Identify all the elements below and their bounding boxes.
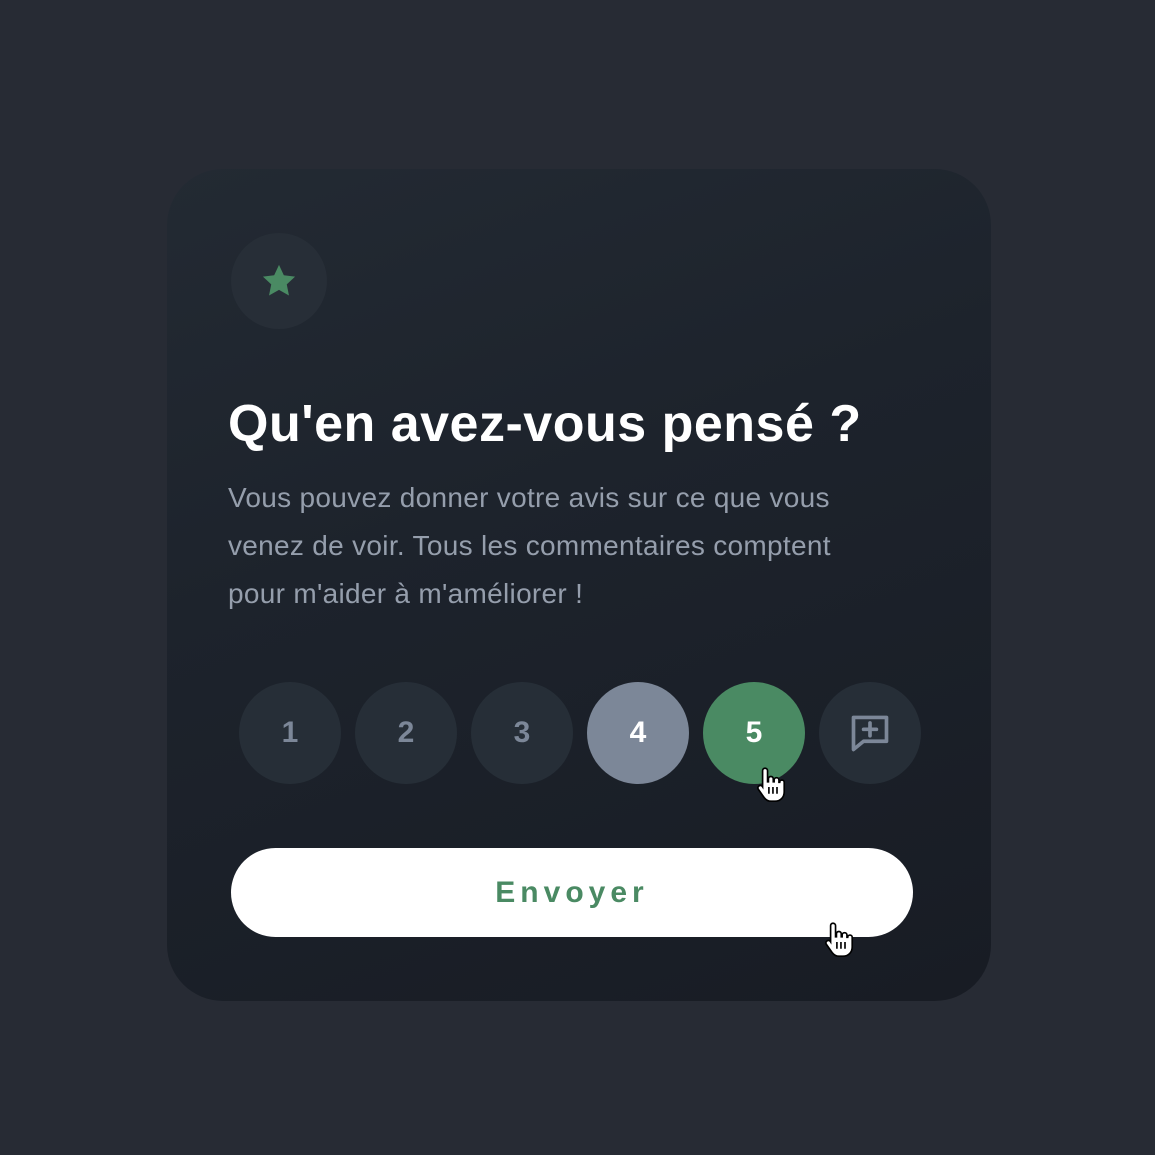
description-line: pour m'aider à m'améliorer ! (228, 578, 584, 609)
rating-option-2[interactable]: 2 (355, 682, 457, 784)
rating-option-3[interactable]: 3 (471, 682, 573, 784)
rating-option-1[interactable]: 1 (239, 682, 341, 784)
rating-option-4[interactable]: 4 (587, 682, 689, 784)
star-icon (262, 264, 296, 296)
star-badge (231, 233, 327, 329)
description-line: venez de voir. Tous les commentaires com… (228, 530, 831, 561)
rating-option-5[interactable]: 5 (703, 682, 805, 784)
description: Vous pouvez donner votre avis sur ce que… (228, 474, 918, 618)
comment-plus-icon (851, 715, 889, 752)
submit-button[interactable]: Envoyer (231, 848, 913, 937)
add-comment-button[interactable] (819, 682, 921, 784)
description-line: Vous pouvez donner votre avis sur ce que… (228, 482, 830, 513)
rating-card: Qu'en avez-vous pensé ? Vous pouvez donn… (167, 169, 991, 1001)
rating-options: 1 2 3 4 5 (239, 682, 921, 802)
page-title: Qu'en avez-vous pensé ? (228, 395, 862, 453)
